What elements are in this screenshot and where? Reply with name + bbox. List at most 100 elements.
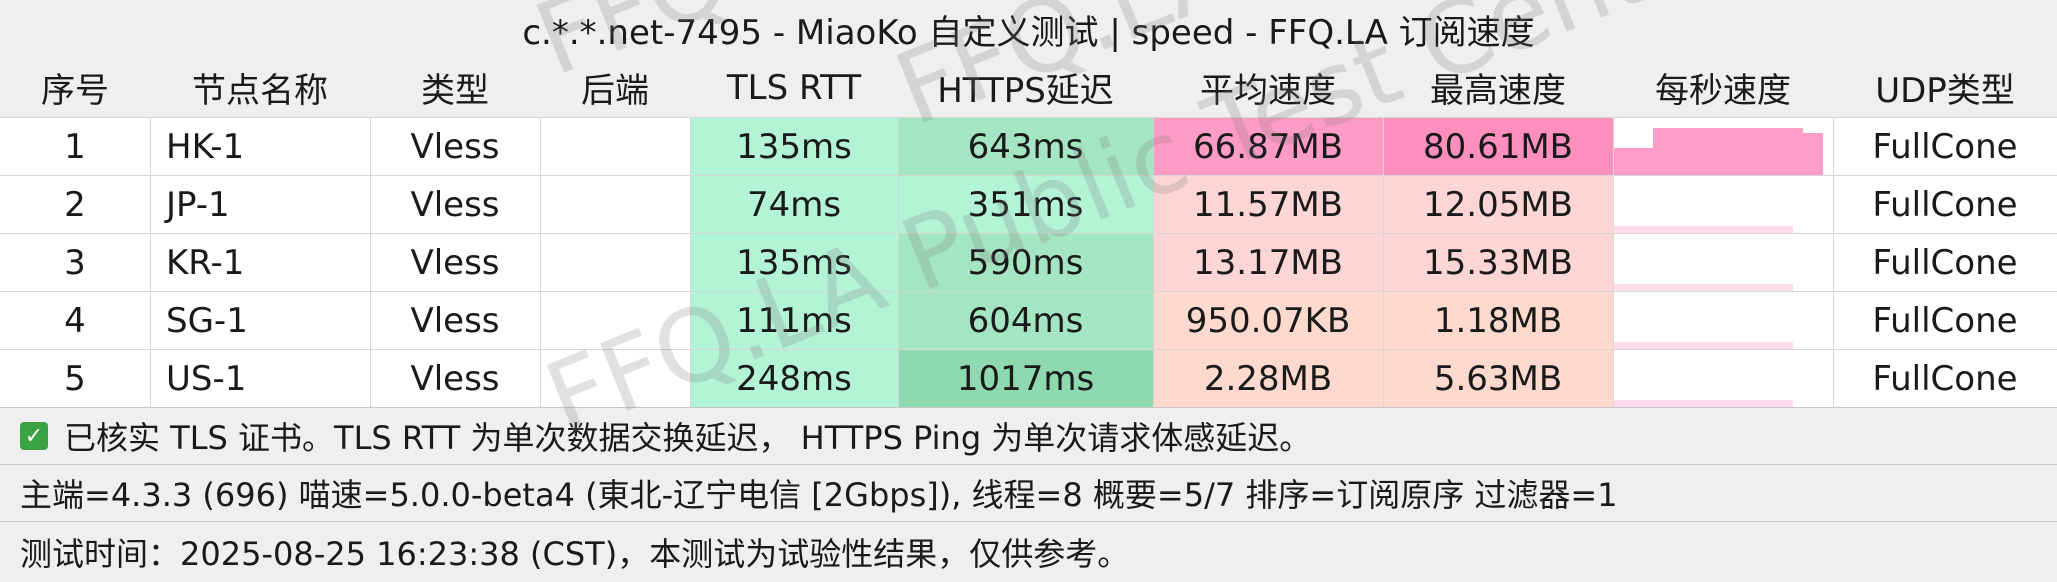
row-per-second-speed [1613, 176, 1833, 233]
table-header: 序号 节点名称 类型 后端 TLS RTT HTTPS延迟 平均速度 最高速度 … [0, 58, 2057, 117]
row-udp-type: FullCone [1872, 242, 2018, 283]
row-https-latency: 590ms [898, 234, 1153, 291]
grid-line [1153, 292, 1154, 349]
row-backend [540, 350, 690, 407]
row-https-latency: 1017ms [898, 350, 1153, 407]
col-header-avg-speed: 平均速度 [1200, 71, 1336, 111]
row-https-latency: 604ms [898, 292, 1153, 349]
row-max-speed: 15.33MB [1383, 234, 1613, 291]
grid-line [1613, 234, 1614, 291]
grid-line [1383, 118, 1384, 175]
grid-line [1833, 292, 1834, 349]
row-avg-speed: 11.57MB [1153, 176, 1383, 233]
grid-line [1383, 176, 1384, 233]
table-row: 1 HK-1 Vless 135ms 643ms 66.87MB 80.61MB FullCo… [0, 117, 2057, 175]
test-time-text: 测试时间：2025-08-25 16:23:38 (CST)，本测试为试验性结果… [20, 535, 1130, 573]
col-header-max-speed: 最高速度 [1430, 71, 1566, 111]
row-max-speed: 80.61MB [1383, 118, 1613, 175]
speed-bar [1653, 128, 1803, 175]
row-type: Vless [410, 242, 500, 283]
row-backend [540, 234, 690, 291]
col-header-type: 类型 [421, 71, 489, 111]
col-header-udp-type: UDP类型 [1875, 71, 2015, 111]
row-index: 2 [64, 184, 86, 225]
grid-line [370, 292, 371, 349]
col-header-index: 序号 [41, 71, 109, 111]
row-type: Vless [410, 126, 500, 167]
grid-line [1613, 350, 1614, 407]
row-type: Vless [410, 358, 500, 399]
row-avg-speed: 2.28MB [1153, 350, 1383, 407]
row-type: Vless [410, 300, 500, 341]
grid-line [540, 292, 541, 349]
grid-line [898, 234, 899, 291]
grid-line [690, 176, 691, 233]
table-row: 5 US-1 Vless 248ms 1017ms 2.28MB 5.63MB FullCon… [0, 349, 2057, 407]
col-header-per-second-speed: 每秒速度 [1655, 71, 1791, 111]
grid-line [1153, 118, 1154, 175]
row-node-name: US-1 [166, 358, 247, 399]
speed-bar [1613, 342, 1793, 349]
grid-line [1833, 234, 1834, 291]
grid-line [690, 118, 691, 175]
row-tls-rtt: 111ms [690, 292, 898, 349]
grid-line [1833, 118, 1834, 175]
row-index: 5 [64, 358, 86, 399]
row-node-name: HK-1 [166, 126, 245, 167]
row-index: 4 [64, 300, 86, 341]
row-node-name: JP-1 [166, 184, 230, 225]
grid-line [1383, 292, 1384, 349]
grid-line [690, 234, 691, 291]
row-tls-rtt: 135ms [690, 234, 898, 291]
row-max-speed: 5.63MB [1383, 350, 1613, 407]
tls-note-row: ✓ 已核实 TLS 证书。TLS RTT 为单次数据交换延迟， HTTPS Pi… [0, 407, 2057, 464]
page-title: c.*.*.net-7495 - MiaoKo 自定义测试 | speed - … [0, 0, 2057, 58]
row-https-latency: 351ms [898, 176, 1153, 233]
grid-line [1153, 234, 1154, 291]
row-avg-speed: 950.07KB [1153, 292, 1383, 349]
row-per-second-speed [1613, 234, 1833, 291]
grid-line [540, 234, 541, 291]
grid-line [1383, 234, 1384, 291]
speed-bar [1613, 400, 1793, 407]
grid-line [370, 234, 371, 291]
grid-line [1613, 118, 1614, 175]
grid-line [540, 176, 541, 233]
table-row: 2 JP-1 Vless 74ms 351ms 11.57MB 12.05MB FullCon… [0, 175, 2057, 233]
table-row: 3 KR-1 Vless 135ms 590ms 13.17MB 15.33MB FullCo… [0, 233, 2057, 291]
grid-line [1833, 176, 1834, 233]
col-header-tls-rtt: TLS RTT [726, 67, 862, 108]
row-max-speed: 1.18MB [1383, 292, 1613, 349]
checkbox-checked-icon: ✓ [20, 422, 48, 450]
grid-line [370, 350, 371, 407]
row-avg-speed: 66.87MB [1153, 118, 1383, 175]
grid-line [150, 350, 151, 407]
row-avg-speed: 13.17MB [1153, 234, 1383, 291]
backend-info-row: 主端=4.3.3 (696) 喵速=5.0.0-beta4 (東北-辽宁电信 [… [0, 464, 2057, 521]
grid-line [1153, 176, 1154, 233]
grid-line [690, 350, 691, 407]
test-time-row: 测试时间：2025-08-25 16:23:38 (CST)，本测试为试验性结果… [0, 521, 2057, 582]
grid-line [540, 118, 541, 175]
row-https-latency: 643ms [898, 118, 1153, 175]
row-max-speed: 12.05MB [1383, 176, 1613, 233]
grid-line [898, 350, 899, 407]
grid-line [1613, 176, 1614, 233]
row-udp-type: FullCone [1872, 358, 2018, 399]
row-tls-rtt: 248ms [690, 350, 898, 407]
speed-bar [1803, 133, 1823, 175]
row-per-second-speed [1613, 292, 1833, 349]
row-per-second-speed [1613, 350, 1833, 407]
grid-line [150, 234, 151, 291]
row-backend [540, 292, 690, 349]
grid-line [1383, 350, 1384, 407]
row-udp-type: FullCone [1872, 184, 2018, 225]
row-node-name: SG-1 [166, 300, 248, 341]
grid-line [370, 176, 371, 233]
grid-line [150, 292, 151, 349]
row-backend [540, 118, 690, 175]
row-udp-type: FullCone [1872, 300, 2018, 341]
col-header-https-latency: HTTPS延迟 [937, 71, 1114, 111]
col-header-node-name: 节点名称 [192, 71, 328, 111]
row-per-second-speed [1613, 118, 1833, 175]
